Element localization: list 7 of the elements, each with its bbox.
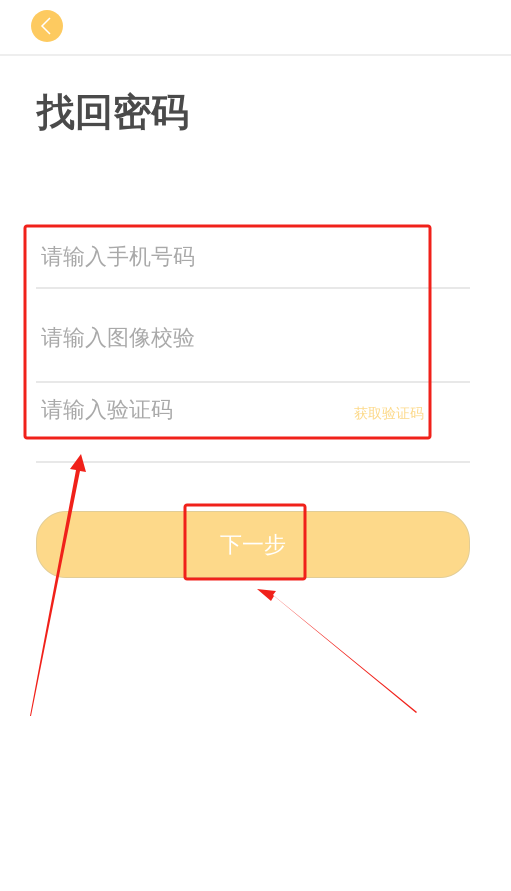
back-icon[interactable] [31,10,63,42]
next-button[interactable]: 下一步 [36,511,470,578]
input-field[interactable]: 请输入手机号码 [36,240,331,274]
input-field[interactable]: 请输入验证码 [36,393,331,427]
get-code-link[interactable]: 获取验证码 [354,405,424,423]
input-field[interactable]: 请输入图像校验 [36,321,331,355]
page-title: 找回密码 [37,89,189,136]
